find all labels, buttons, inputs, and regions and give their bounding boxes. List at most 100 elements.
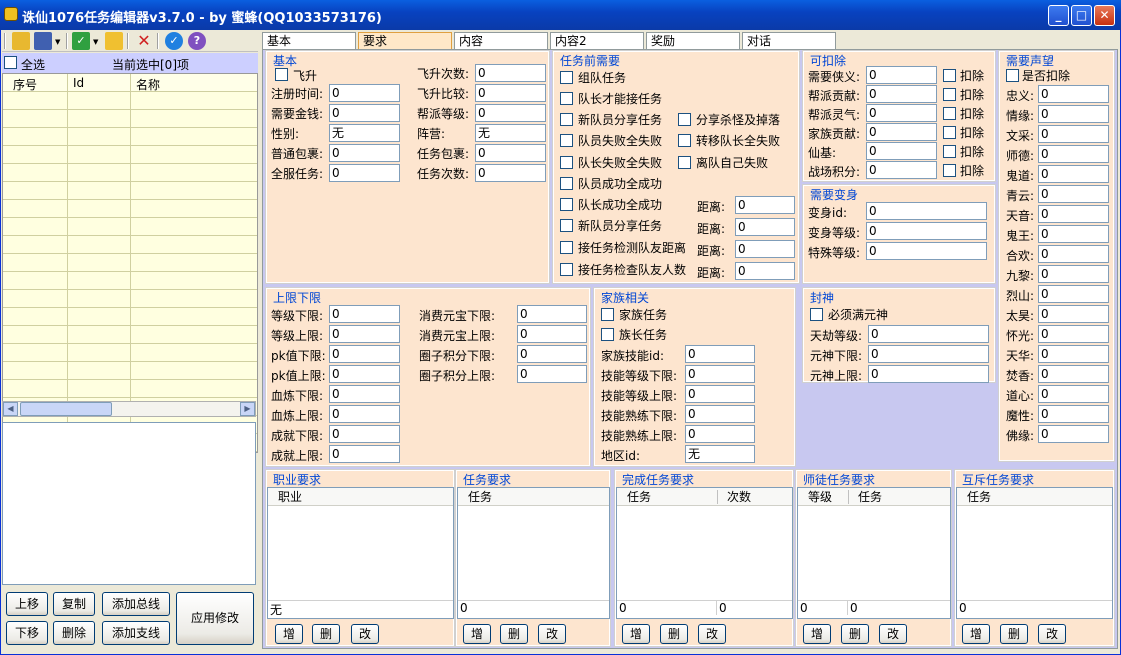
complete-col-times[interactable]: 次数 [727,488,751,506]
deduct-checkbox[interactable] [943,126,956,139]
add-main-line-button[interactable]: 添加总线 [102,592,170,616]
table-row[interactable] [3,344,257,362]
copy-button[interactable]: 复制 [53,592,95,616]
tab-content2[interactable]: 内容2 [550,32,644,50]
deduct-checkbox[interactable] [943,164,956,177]
task-req-edit-button[interactable]: 改 [538,624,566,644]
table-row[interactable] [3,254,257,272]
all-server-input[interactable]: 0 [329,164,400,182]
master-list[interactable]: 等级 任务 0 0 [797,487,951,619]
pre-checkbox[interactable] [560,156,573,169]
career-column-header[interactable]: 职业 [268,488,453,506]
table-row[interactable] [3,200,257,218]
column-name[interactable]: 名称 [136,76,160,93]
fame-input[interactable]: 0 [1038,85,1109,103]
limit-input[interactable]: 0 [329,405,400,423]
special-level-input[interactable]: 0 [866,242,987,260]
close-button[interactable]: ✕ [1094,5,1115,26]
task-req-column-header[interactable]: 任务 [458,488,609,506]
task-detail-box[interactable] [2,422,256,585]
mutex-footer-value[interactable]: 0 [957,600,1112,615]
minimize-button[interactable]: _ [1048,5,1069,26]
pre-checkbox[interactable] [560,177,573,190]
transform-level-input[interactable]: 0 [866,222,987,240]
help-icon[interactable]: ? [188,32,206,50]
master-footer-task[interactable]: 0 [848,600,950,615]
limit-input[interactable]: 0 [329,365,400,383]
mutex-add-button[interactable]: 增 [962,624,990,644]
tab-dialog[interactable]: 对话 [742,32,836,50]
limit-input[interactable]: 0 [329,445,400,463]
career-delete-button[interactable]: 删 [312,624,340,644]
table-row[interactable] [3,146,257,164]
fame-input[interactable]: 0 [1038,125,1109,143]
limit-input[interactable]: 0 [329,345,400,363]
transform-id-input[interactable]: 0 [866,202,987,220]
table-row[interactable] [3,164,257,182]
deduct-input[interactable]: 0 [866,142,937,160]
task-req-footer-value[interactable]: 0 [458,600,609,615]
master-edit-button[interactable]: 改 [879,624,907,644]
limit-right-input[interactable]: 0 [517,345,587,363]
mutex-edit-button[interactable]: 改 [1038,624,1066,644]
career-edit-button[interactable]: 改 [351,624,379,644]
deduct-checkbox[interactable] [943,88,956,101]
reg-time-input[interactable]: 0 [329,84,400,102]
fame-input[interactable]: 0 [1038,265,1109,283]
fengshen-input[interactable]: 0 [868,325,989,343]
tab-rewards[interactable]: 奖励 [646,32,740,50]
leader-task-checkbox[interactable] [601,328,614,341]
career-footer-value[interactable]: 无 [268,600,453,618]
pre-checkbox[interactable] [560,134,573,147]
complete-delete-button[interactable]: 删 [660,624,688,644]
family-input[interactable]: 0 [685,405,755,423]
task-list-grid[interactable]: 序号 Id 名称 [2,73,258,453]
pre-checkbox[interactable] [560,219,573,232]
limit-right-input[interactable]: 0 [517,365,587,383]
task-req-add-button[interactable]: 增 [463,624,491,644]
family-input[interactable]: 0 [685,425,755,443]
region-id-select[interactable]: 无 [685,445,755,463]
fame-input[interactable]: 0 [1038,385,1109,403]
master-footer-level[interactable]: 0 [798,600,848,615]
faction-level-input[interactable]: 0 [475,104,546,122]
complete-add-button[interactable]: 增 [622,624,650,644]
table-row[interactable] [3,308,257,326]
deduct-input[interactable]: 0 [866,104,937,122]
delete-icon[interactable]: ✕ [135,32,153,50]
distance-input[interactable]: 0 [735,218,795,236]
family-input[interactable]: 0 [685,345,755,363]
feisheng-checkbox[interactable] [275,68,288,81]
table-row[interactable] [3,290,257,308]
pre-checkbox[interactable] [560,71,573,84]
complete-list[interactable]: 任务 次数 0 0 [616,487,793,619]
table-row[interactable] [3,128,257,146]
distance-input[interactable]: 0 [735,240,795,258]
save-icon[interactable] [34,32,52,50]
table-row[interactable] [3,236,257,254]
fame-input[interactable]: 0 [1038,245,1109,263]
table-row[interactable] [3,182,257,200]
fame-input[interactable]: 0 [1038,325,1109,343]
fame-input[interactable]: 0 [1038,285,1109,303]
limit-input[interactable]: 0 [329,425,400,443]
task-bag-input[interactable]: 0 [475,144,546,162]
mutex-column-header[interactable]: 任务 [957,488,1112,506]
fame-deduct-checkbox[interactable] [1006,69,1019,82]
limit-input[interactable]: 0 [329,305,400,323]
fs-count-input[interactable]: 0 [475,64,546,82]
family-input[interactable]: 0 [685,385,755,403]
tab-requirements[interactable]: 要求 [358,32,452,50]
export-dropdown-arrow-icon[interactable]: ▼ [93,38,98,46]
complete-footer-task[interactable]: 0 [617,600,717,615]
limit-right-input[interactable]: 0 [517,325,587,343]
save-dropdown-arrow-icon[interactable]: ▼ [55,38,60,46]
complete-edit-button[interactable]: 改 [698,624,726,644]
fame-input[interactable]: 0 [1038,305,1109,323]
pre-checkbox[interactable] [560,198,573,211]
career-list[interactable]: 职业 无 [267,487,454,619]
common-bag-input[interactable]: 0 [329,144,400,162]
fame-input[interactable]: 0 [1038,165,1109,183]
table-row[interactable] [3,362,257,380]
table-row[interactable] [3,218,257,236]
